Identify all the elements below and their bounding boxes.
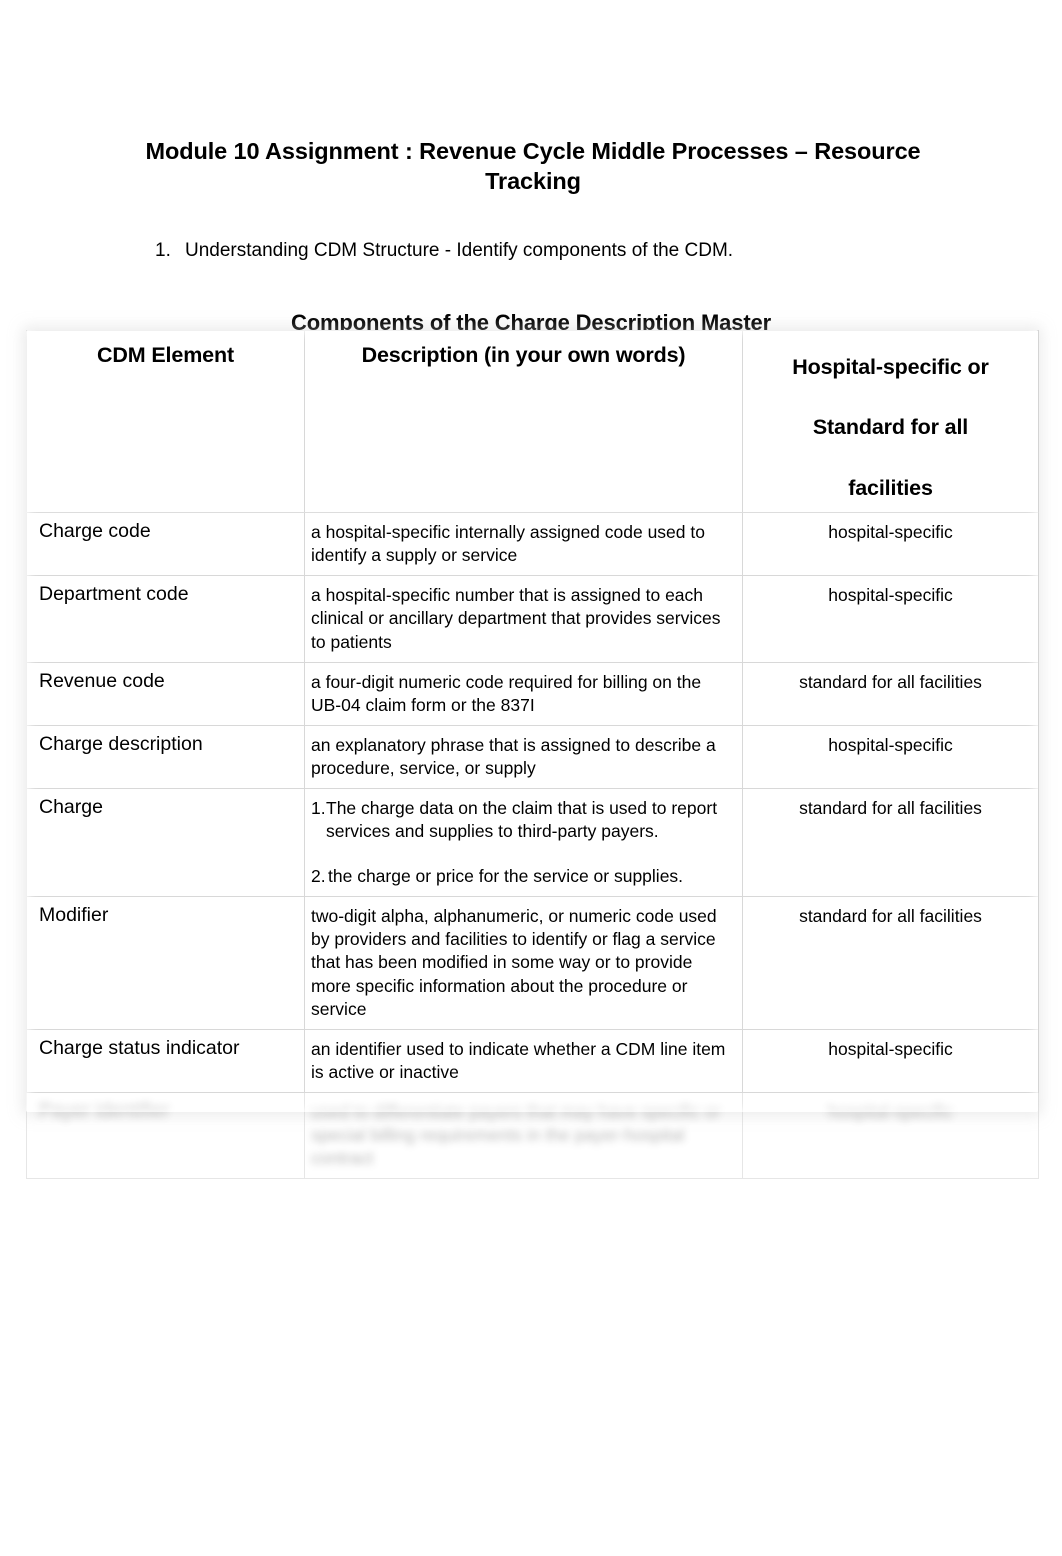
cell-element: Charge status indicator xyxy=(26,1028,305,1093)
document-page: Module 10 Assignment : Revenue Cycle Mid… xyxy=(0,0,1062,1556)
header-label-description: Description (in your own words) xyxy=(361,343,686,367)
description-sublist: 1. The charge data on the claim that is … xyxy=(311,797,732,888)
cell-scope: hospital-specific xyxy=(742,575,1039,663)
description-sublist-item: 2. the charge or price for the service o… xyxy=(311,865,732,888)
header-cell-scope: Hospital-specific or Standard for all fa… xyxy=(742,329,1039,514)
element-description: an identifier used to indicate whether a… xyxy=(311,1038,726,1082)
cell-description: a hospital-specific number that is assig… xyxy=(304,575,743,663)
sublist-text: The charge data on the claim that is use… xyxy=(326,797,718,842)
element-description: a hospital-specific number that is assig… xyxy=(311,585,721,652)
element-scope: hospital-specific xyxy=(828,1038,953,1059)
cell-scope: standard for all facilities xyxy=(742,661,1039,726)
element-description: two-digit alpha, alphanumeric, or numeri… xyxy=(311,906,717,1019)
cell-element: Department code xyxy=(26,575,305,663)
cell-scope: standard for all facilities xyxy=(742,896,1039,1030)
cdm-table-container: CDM Element Description (in your own wor… xyxy=(26,329,1039,1180)
cell-description: used to differentiate payers that may ha… xyxy=(304,1091,743,1180)
element-description: used to differentiate payers that may ha… xyxy=(311,1101,721,1169)
element-scope: hospital-specific xyxy=(828,585,953,606)
sublist-marker: 2. xyxy=(311,866,326,887)
cell-description: a hospital-specific internally assigned … xyxy=(304,512,743,577)
cell-scope: hospital-specific xyxy=(742,1091,1039,1180)
table-row: Charge 1. The charge data on the claim t… xyxy=(26,787,1039,898)
assignment-prompt-number: 1. xyxy=(155,240,171,261)
cell-description: two-digit alpha, alphanumeric, or numeri… xyxy=(304,896,743,1030)
element-name: Modifier xyxy=(39,904,109,927)
header-label-cdm-element: CDM Element xyxy=(97,343,234,367)
table-row: Department code a hospital-specific numb… xyxy=(26,575,1039,663)
cell-description: a four-digit numeric code required for b… xyxy=(304,661,743,726)
header-label-scope-line3: facilities xyxy=(848,475,933,500)
element-description-list: 1. The charge data on the claim that is … xyxy=(305,789,742,896)
table-row: Modifier two-digit alpha, alphanumeric, … xyxy=(26,896,1039,1030)
cell-description: an identifier used to indicate whether a… xyxy=(304,1028,743,1093)
header-cell-description: Description (in your own words) xyxy=(304,329,743,514)
element-scope: hospital-specific xyxy=(828,522,953,543)
sublist-text: the charge or price for the service or s… xyxy=(328,866,684,887)
cell-description: 1. The charge data on the claim that is … xyxy=(304,787,743,898)
cdm-table: CDM Element Description (in your own wor… xyxy=(26,329,1039,1180)
table-row-redacted: Payer identifier used to differentiate p… xyxy=(26,1091,1039,1180)
element-name: Revenue code xyxy=(39,669,165,692)
table-row: Charge code a hospital-specific internal… xyxy=(26,512,1039,577)
assignment-prompt-text: Understanding CDM Structure - Identify c… xyxy=(185,240,734,261)
cell-scope: hospital-specific xyxy=(742,1028,1039,1093)
cell-element: Modifier xyxy=(26,896,305,1030)
element-scope: hospital-specific xyxy=(828,1101,953,1122)
element-description: an explanatory phrase that is assigned t… xyxy=(311,734,716,778)
element-description: a four-digit numeric code required for b… xyxy=(311,671,702,715)
assignment-prompt-list: 1. Understanding CDM Structure - Identif… xyxy=(155,238,955,264)
cell-scope: hospital-specific xyxy=(742,724,1039,789)
cell-element: Revenue code xyxy=(26,661,305,726)
element-scope: hospital-specific xyxy=(828,734,953,755)
cell-scope: hospital-specific xyxy=(742,512,1039,577)
element-name: Department code xyxy=(39,583,189,606)
element-description: a hospital-specific internally assigned … xyxy=(311,522,705,566)
header-label-scope-line1: Hospital-specific or xyxy=(792,355,989,379)
element-scope: standard for all facilities xyxy=(799,671,982,692)
element-name: Charge status indicator xyxy=(39,1036,240,1059)
table-row: Revenue code a four-digit numeric code r… xyxy=(26,661,1039,726)
element-name: Charge xyxy=(39,795,103,818)
cell-element: Charge xyxy=(26,787,305,898)
sublist-marker: 1. xyxy=(311,797,326,818)
table-row: Charge status indicator an identifier us… xyxy=(26,1028,1039,1093)
page-title: Module 10 Assignment : Revenue Cycle Mid… xyxy=(145,137,921,194)
cell-element: Payer identifier xyxy=(26,1091,305,1180)
assignment-prompt-item: 1. Understanding CDM Structure - Identif… xyxy=(155,238,955,264)
element-scope: standard for all facilities xyxy=(799,906,982,927)
element-name: Charge description xyxy=(39,732,203,755)
cell-element: Charge code xyxy=(26,512,305,577)
element-scope: standard for all facilities xyxy=(799,797,982,818)
header-label-scope-line2: Standard for all xyxy=(812,415,969,440)
cell-scope: standard for all facilities xyxy=(742,787,1039,898)
element-name: Payer identifier xyxy=(39,1099,170,1122)
cell-element: Charge description xyxy=(26,724,305,789)
table-header-row: CDM Element Description (in your own wor… xyxy=(26,329,1039,514)
table-row: Charge description an explanatory phrase… xyxy=(26,724,1039,789)
description-sublist-item: 1. The charge data on the claim that is … xyxy=(311,797,732,843)
cell-description: an explanatory phrase that is assigned t… xyxy=(304,724,743,789)
element-name: Charge code xyxy=(39,520,151,543)
header-cell-cdm-element: CDM Element xyxy=(26,329,305,514)
